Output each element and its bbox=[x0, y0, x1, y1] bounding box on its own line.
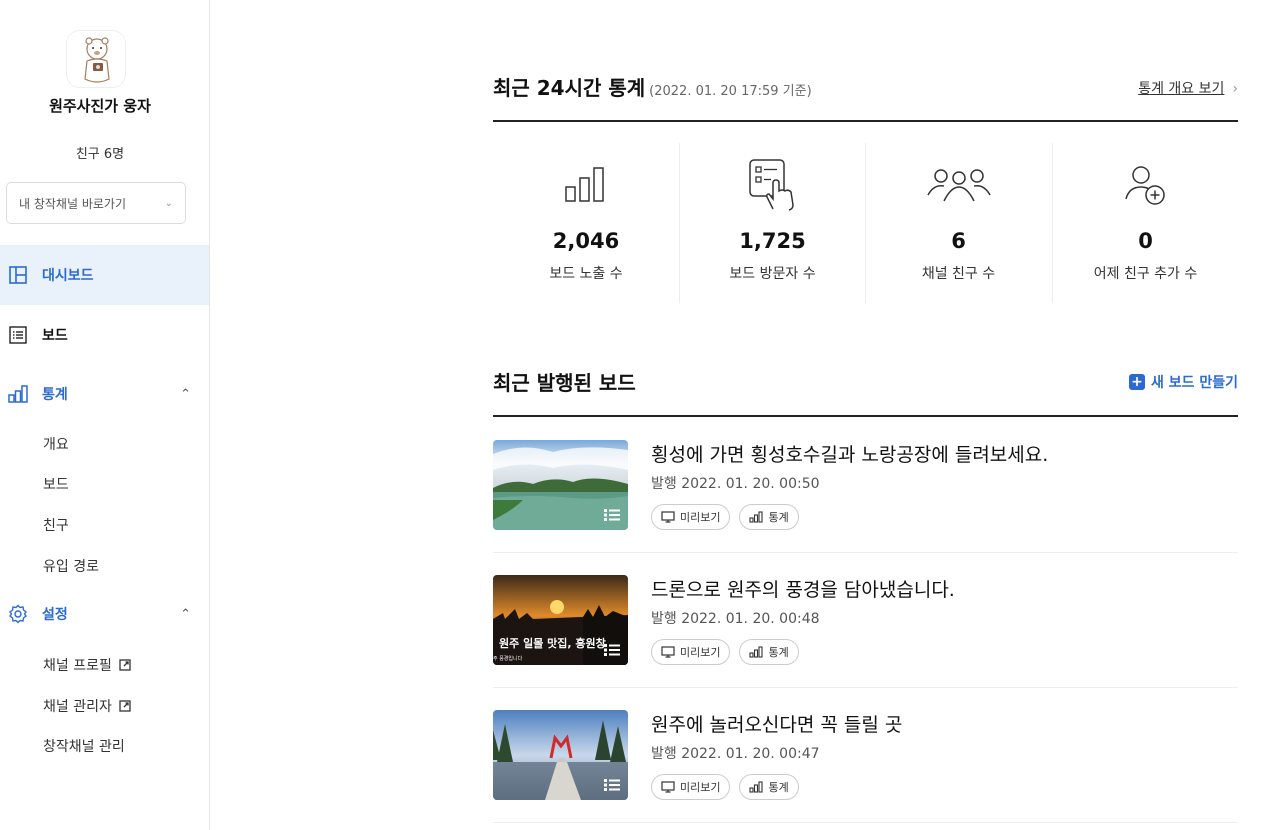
bar-chart-icon bbox=[749, 511, 764, 523]
click-board-icon bbox=[680, 157, 865, 213]
nav-stats-board[interactable]: 보드 bbox=[43, 474, 69, 494]
nav-stats-overview[interactable]: 개요 bbox=[43, 434, 69, 454]
list-icon bbox=[604, 509, 620, 521]
bar-chart-icon bbox=[749, 781, 764, 793]
nav-dashboard[interactable]: 대시보드 bbox=[0, 245, 209, 305]
board-date: 발행 2022. 01. 20. 00:48 bbox=[651, 611, 820, 627]
board-stats-label: 통계 bbox=[768, 781, 789, 794]
list-icon bbox=[8, 325, 28, 345]
nav-stats-referrer[interactable]: 유입 경로 bbox=[43, 556, 99, 576]
channel-shortcut-label: 내 창작채널 바로가기 bbox=[19, 196, 126, 211]
board-item: 원주 일몰 맛집, 흥원창 주 풍경입니다 드론으로 원주의 풍경을 담아냈습니… bbox=[493, 553, 1238, 688]
stat-friends-added-yesterday: 0 어제 친구 추가 수 bbox=[1052, 143, 1238, 303]
dashboard-icon bbox=[8, 265, 28, 285]
board-thumbnail[interactable] bbox=[493, 440, 628, 530]
stat-value: 6 bbox=[951, 229, 966, 253]
stats-overview-label: 통계 개요 보기 bbox=[1138, 81, 1225, 97]
board-item: 원주에 놀러오신다면 꼭 들릴 곳 발행 2022. 01. 20. 00:47… bbox=[493, 688, 1238, 823]
stats-subtitle: (2022. 01. 20 17:59 기준) bbox=[649, 84, 812, 99]
nav-stats-label: 통계 bbox=[42, 387, 68, 403]
bar-chart-icon bbox=[493, 157, 679, 213]
nav-channel-profile-label: 채널 프로필 bbox=[43, 658, 112, 674]
divider bbox=[493, 120, 1238, 122]
nav-channel-admin[interactable]: 채널 관리자 bbox=[43, 696, 131, 716]
thumbnail-caption: 원주 일몰 맛집, 흥원창 bbox=[499, 637, 606, 650]
board-stats-button[interactable]: 통계 bbox=[739, 504, 799, 530]
channel-name: 원주사진가 웅자 bbox=[49, 97, 151, 115]
bar-chart-icon bbox=[749, 646, 764, 658]
nav-stats[interactable]: 통계 ⌃ bbox=[0, 364, 209, 424]
nav-board[interactable]: 보드 bbox=[0, 305, 209, 365]
stat-value: 0 bbox=[1138, 229, 1153, 253]
preview-button[interactable]: 미리보기 bbox=[651, 774, 731, 800]
board-thumbnail[interactable] bbox=[493, 710, 628, 800]
preview-label: 미리보기 bbox=[680, 511, 721, 524]
stat-board-visitors: 1,725 보드 방문자 수 bbox=[679, 143, 865, 303]
thumbnail-caption-small: 주 풍경입니다 bbox=[493, 656, 523, 662]
external-link-icon bbox=[119, 659, 131, 671]
stat-channel-friends: 6 채널 친구 수 bbox=[865, 143, 1051, 303]
monitor-icon bbox=[661, 781, 675, 793]
stat-label: 어제 친구 추가 수 bbox=[1093, 266, 1198, 282]
group-icon bbox=[866, 157, 1051, 213]
chevron-down-icon: ⌄ bbox=[164, 197, 173, 209]
board-date: 발행 2022. 01. 20. 00:50 bbox=[651, 476, 820, 492]
chevron-up-icon[interactable]: ⌃ bbox=[180, 387, 191, 402]
monitor-icon bbox=[661, 511, 675, 523]
stats-overview-link[interactable]: 통계 개요 보기 › bbox=[1138, 78, 1238, 98]
stats-title: 최근 24시간 통계 bbox=[493, 76, 646, 100]
add-person-icon bbox=[1053, 157, 1238, 213]
channel-avatar[interactable] bbox=[66, 30, 126, 88]
board-stats-label: 통계 bbox=[768, 646, 789, 659]
board-item: 횡성에 가면 횡성호수길과 노랑공장에 들려보세요. 발행 2022. 01. … bbox=[493, 418, 1238, 553]
nav-dashboard-label: 대시보드 bbox=[42, 268, 94, 284]
channel-shortcut-select[interactable]: 내 창작채널 바로가기 ⌄ bbox=[6, 182, 186, 224]
board-thumbnail[interactable]: 원주 일몰 맛집, 흥원창 주 풍경입니다 bbox=[493, 575, 628, 665]
sidebar: 원주사진가 웅자 친구 6명 내 창작채널 바로가기 ⌄ 대시보드 보드 통계 … bbox=[0, 0, 210, 830]
nav-channel-admin-label: 채널 관리자 bbox=[43, 699, 112, 715]
stat-label: 보드 방문자 수 bbox=[729, 266, 816, 282]
stat-value: 1,725 bbox=[739, 229, 806, 253]
new-board-label: 새 보드 만들기 bbox=[1150, 375, 1238, 391]
board-date: 발행 2022. 01. 20. 00:47 bbox=[651, 746, 820, 762]
stat-board-impressions: 2,046 보드 노출 수 bbox=[493, 143, 679, 303]
board-stats-button[interactable]: 통계 bbox=[739, 774, 799, 800]
external-link-icon bbox=[119, 700, 131, 712]
nav-board-label: 보드 bbox=[42, 328, 68, 344]
stats-section-title: 최근 24시간 통계 (2022. 01. 20 17:59 기준) bbox=[493, 72, 812, 101]
board-title[interactable]: 횡성에 가면 횡성호수길과 노랑공장에 들려보세요. bbox=[651, 440, 1048, 467]
friend-count: 친구 6명 bbox=[75, 147, 125, 162]
stat-label: 채널 친구 수 bbox=[921, 266, 996, 282]
plus-icon: + bbox=[1128, 374, 1145, 390]
board-title[interactable]: 드론으로 원주의 풍경을 담아냈습니다. bbox=[651, 575, 955, 602]
chevron-right-icon: › bbox=[1232, 81, 1238, 97]
divider bbox=[493, 415, 1238, 417]
preview-button[interactable]: 미리보기 bbox=[651, 504, 731, 530]
list-icon bbox=[604, 644, 620, 656]
nav-creator-channel-manage[interactable]: 창작채널 관리 bbox=[43, 736, 125, 756]
nav-settings[interactable]: 설정 ⌃ bbox=[0, 584, 209, 644]
stat-value: 2,046 bbox=[552, 229, 620, 253]
new-board-button[interactable]: + 새 보드 만들기 bbox=[1128, 372, 1238, 392]
stat-label: 보드 노출 수 bbox=[549, 266, 623, 282]
nav-settings-label: 설정 bbox=[42, 607, 68, 623]
board-title[interactable]: 원주에 놀러오신다면 꼭 들릴 곳 bbox=[651, 710, 902, 737]
nav-stats-friends[interactable]: 친구 bbox=[43, 515, 69, 535]
bar-chart-icon bbox=[8, 384, 28, 404]
preview-label: 미리보기 bbox=[680, 646, 721, 659]
board-stats-button[interactable]: 통계 bbox=[739, 639, 799, 665]
gear-icon bbox=[8, 604, 28, 624]
board-stats-label: 통계 bbox=[768, 511, 789, 524]
monitor-icon bbox=[661, 646, 675, 658]
nav-channel-profile[interactable]: 채널 프로필 bbox=[43, 655, 131, 675]
list-icon bbox=[604, 779, 620, 791]
preview-label: 미리보기 bbox=[680, 781, 721, 794]
chevron-up-icon[interactable]: ⌃ bbox=[180, 607, 191, 622]
preview-button[interactable]: 미리보기 bbox=[651, 639, 731, 665]
recent-boards-title: 최근 발행된 보드 bbox=[493, 371, 636, 395]
